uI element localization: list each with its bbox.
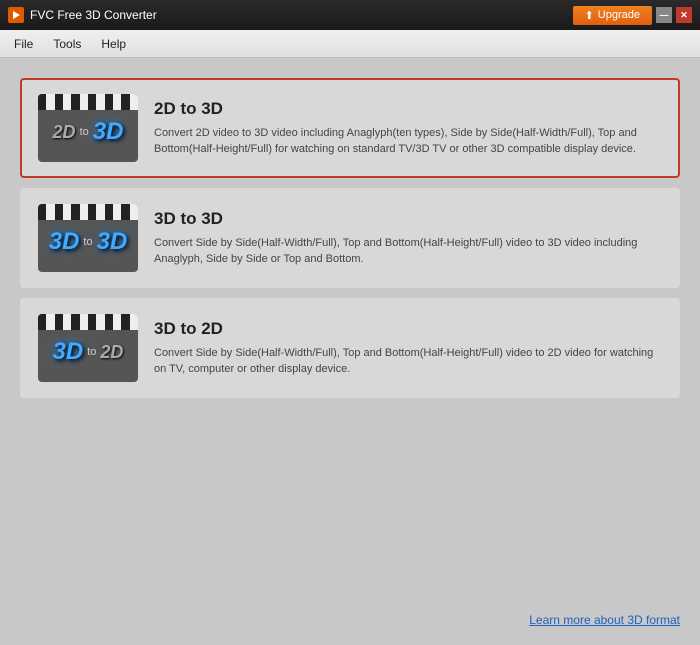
option-3d-to-2d[interactable]: 3D to 2D 3D to 2D Convert Side by Side(H… <box>20 298 680 398</box>
learn-more-link[interactable]: Learn more about 3D format <box>529 613 680 627</box>
option-desc-2d-to-3d: Convert 2D video to 3D video including A… <box>154 125 662 158</box>
menu-file[interactable]: File <box>4 33 43 55</box>
option-title-2d-to-3d: 2D to 3D <box>154 99 662 119</box>
option-text-3d-to-2d: 3D to 2D Convert Side by Side(Half-Width… <box>154 319 662 378</box>
option-text-3d-to-3d: 3D to 3D Convert Side by Side(Half-Width… <box>154 209 662 268</box>
main-content: 2D to 3D 2D to 3D Convert 2D video to 3D… <box>0 58 700 645</box>
app-title: FVC Free 3D Converter <box>30 8 157 22</box>
upgrade-button[interactable]: ⬆ Upgrade <box>573 6 652 25</box>
menu-help[interactable]: Help <box>91 33 136 55</box>
menu-tools[interactable]: Tools <box>43 33 91 55</box>
menu-bar: File Tools Help <box>0 30 700 58</box>
upgrade-icon: ⬆ <box>585 9 594 22</box>
option-text-2d-to-3d: 2D to 3D Convert 2D video to 3D video in… <box>154 99 662 158</box>
option-icon-2d-to-3d: 2D to 3D <box>38 94 138 162</box>
upgrade-label: Upgrade <box>598 9 640 21</box>
title-bar-right: ⬆ Upgrade — ✕ <box>573 6 692 25</box>
option-icon-3d-to-2d: 3D to 2D <box>38 314 138 382</box>
option-icon-3d-to-3d: 3D to 3D <box>38 204 138 272</box>
option-title-3d-to-3d: 3D to 3D <box>154 209 662 229</box>
minimize-button[interactable]: — <box>656 7 672 23</box>
title-bar: FVC Free 3D Converter ⬆ Upgrade — ✕ <box>0 0 700 30</box>
option-desc-3d-to-2d: Convert Side by Side(Half-Width/Full), T… <box>154 345 662 378</box>
option-3d-to-3d[interactable]: 3D to 3D 3D to 3D Convert Side by Side(H… <box>20 188 680 288</box>
option-title-3d-to-2d: 3D to 2D <box>154 319 662 339</box>
close-button[interactable]: ✕ <box>676 7 692 23</box>
app-icon <box>8 7 24 23</box>
option-2d-to-3d[interactable]: 2D to 3D 2D to 3D Convert 2D video to 3D… <box>20 78 680 178</box>
option-desc-3d-to-3d: Convert Side by Side(Half-Width/Full), T… <box>154 235 662 268</box>
bottom-link-area: Learn more about 3D format <box>529 611 680 629</box>
title-bar-left: FVC Free 3D Converter <box>8 7 157 23</box>
